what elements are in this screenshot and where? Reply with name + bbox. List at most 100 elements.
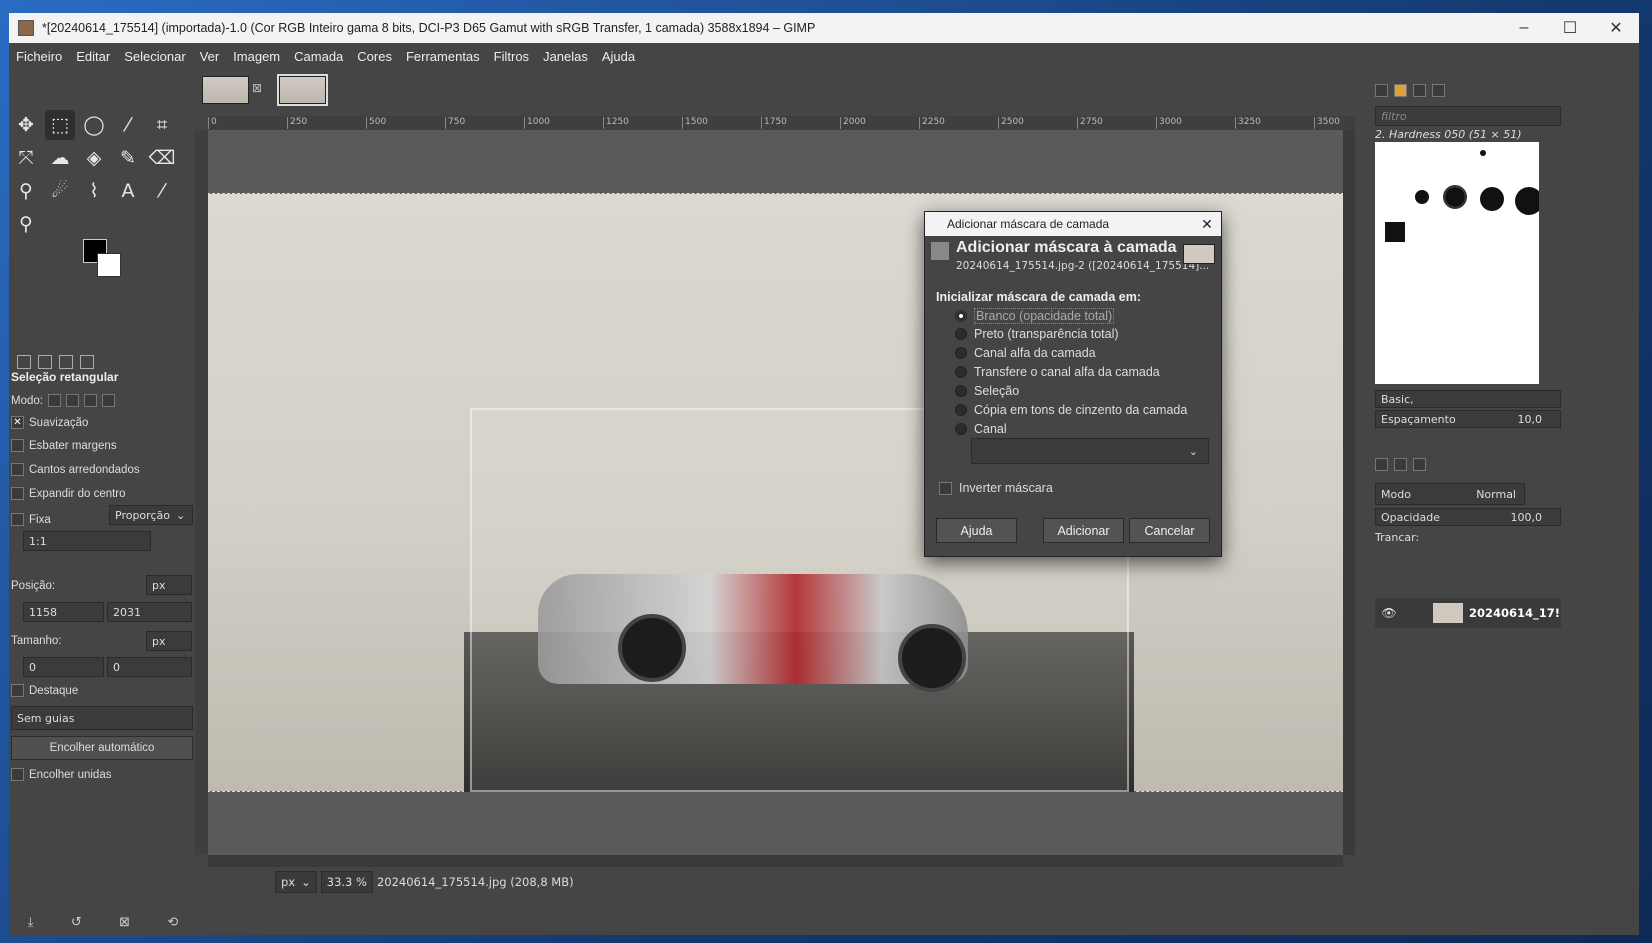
lasso-tool-icon[interactable]: ◯ [79, 110, 109, 140]
cancel-button[interactable]: Cancelar [1129, 518, 1210, 543]
delete-preset-icon[interactable]: ⊠ [119, 915, 130, 930]
position-y-input[interactable]: 2031 [107, 602, 192, 622]
menu-ver[interactable]: Ver [193, 49, 227, 64]
radio-button[interactable] [955, 366, 967, 378]
position-x-input[interactable]: 1158 [23, 602, 104, 622]
radio-channel[interactable]: Canal [955, 422, 1007, 436]
maximize-button[interactable]: ☐ [1547, 13, 1593, 43]
radio-white-full-opacity[interactable]: Branco (opacidade total) [955, 308, 1115, 324]
menu-camada[interactable]: Camada [287, 49, 350, 64]
invert-mask-checkbox[interactable] [939, 481, 952, 495]
visibility-eye-icon[interactable]: 👁 [1375, 606, 1403, 620]
fuzzy-select-tool-icon[interactable]: ⁄ [113, 110, 143, 140]
mode-intersect-icon[interactable] [101, 394, 115, 407]
mode-subtract-icon[interactable] [83, 394, 97, 407]
shrink-merged-checkbox[interactable] [11, 768, 24, 781]
auto-shrink-button[interactable]: Encolher automático [11, 736, 193, 760]
reset-options-icon[interactable]: ⟲ [167, 915, 178, 930]
restore-preset-icon[interactable]: ↺ [71, 915, 82, 930]
highlight-checkbox[interactable] [11, 684, 24, 697]
menu-selecionar[interactable]: Selecionar [117, 49, 192, 64]
antialias-row[interactable]: ✕ Suavização [11, 416, 88, 429]
clone-tool-icon[interactable]: ⚲ [11, 176, 41, 206]
image-tab-2[interactable] [277, 74, 328, 106]
expand-center-row[interactable]: Expandir do centro [11, 487, 126, 500]
zoom-tool-icon[interactable]: ⚲ [11, 209, 41, 239]
expand-center-checkbox[interactable] [11, 487, 24, 500]
move-tool-icon[interactable]: ✥ [11, 110, 41, 140]
fixed-row[interactable]: Fixa [11, 513, 51, 526]
brush-swatch[interactable] [1415, 190, 1429, 204]
document-history-tab-icon[interactable] [1432, 84, 1445, 97]
invert-mask-row[interactable]: Inverter máscara [939, 481, 1053, 495]
ratio-input[interactable]: 1:1 [23, 531, 151, 551]
brush-swatch[interactable] [1480, 187, 1504, 211]
transform-tool-icon[interactable]: ⤧ [11, 143, 41, 173]
menu-editar[interactable]: Editar [69, 49, 117, 64]
layers-tab-icon[interactable] [1375, 458, 1388, 471]
radio-button[interactable] [955, 404, 967, 416]
position-unit-select[interactable]: px [146, 575, 192, 595]
mode-add-icon[interactable] [65, 394, 79, 407]
paintbrush-tool-icon[interactable]: ✎ [113, 143, 143, 173]
radio-button[interactable] [955, 423, 967, 435]
brush-swatch[interactable] [1515, 187, 1539, 215]
menu-filtros[interactable]: Filtros [487, 49, 536, 64]
brush-filter-input[interactable]: filtro [1375, 106, 1561, 126]
smudge-tool-icon[interactable]: ☄ [45, 176, 75, 206]
color-picker-tool-icon[interactable]: ⁄ [147, 176, 177, 206]
undo-history-tab-icon[interactable] [59, 355, 73, 369]
mode-replace-icon[interactable] [47, 394, 61, 407]
radio-grayscale-copy[interactable]: Cópia em tons de cinzento da camada [955, 403, 1187, 417]
menu-cores[interactable]: Cores [350, 49, 399, 64]
horizontal-scrollbar[interactable] [208, 855, 1343, 867]
radio-layer-alpha[interactable]: Canal alfa da camada [955, 346, 1096, 360]
close-tab-icon[interactable]: ⊠ [252, 81, 262, 95]
minimize-button[interactable]: – [1501, 13, 1547, 43]
channel-select[interactable]: ⌄ [971, 438, 1209, 464]
background-color-swatch[interactable] [97, 253, 121, 277]
feather-row[interactable]: Esbater margens [11, 439, 117, 452]
radio-button[interactable] [955, 310, 967, 322]
bucket-fill-tool-icon[interactable]: ◈ [79, 143, 109, 173]
brush-grid[interactable] [1375, 142, 1539, 384]
paths-tool-icon[interactable]: ⌇ [79, 176, 109, 206]
radio-selection[interactable]: Seleção [955, 384, 1019, 398]
unit-select[interactable]: px ⌄ [275, 871, 317, 893]
brush-spacing-field[interactable]: Espaçamento 10,0 [1375, 410, 1561, 428]
dialog-close-button[interactable]: ✕ [1193, 216, 1221, 233]
fixed-mode-select[interactable]: Proporção ⌄ [109, 505, 193, 525]
radio-button[interactable] [955, 385, 967, 397]
radio-button[interactable] [955, 328, 967, 340]
brushes-tab-icon[interactable] [1375, 84, 1388, 97]
images-tab-icon[interactable] [80, 355, 94, 369]
feather-checkbox[interactable] [11, 439, 24, 452]
rounded-corners-checkbox[interactable] [11, 463, 24, 476]
crop-tool-icon[interactable]: ⌗ [147, 110, 177, 140]
size-height-input[interactable]: 0 [107, 657, 192, 677]
eraser-tool-icon[interactable]: ⌫ [147, 143, 177, 173]
image-tab-1[interactable] [202, 76, 249, 104]
brush-swatch[interactable] [1480, 150, 1486, 156]
radio-button[interactable] [955, 347, 967, 359]
highlight-row[interactable]: Destaque [11, 684, 78, 697]
fixed-checkbox[interactable] [11, 513, 24, 526]
rounded-row[interactable]: Cantos arredondados [11, 463, 140, 476]
menu-ajuda[interactable]: Ajuda [595, 49, 642, 64]
menu-imagem[interactable]: Imagem [226, 49, 287, 64]
save-preset-icon[interactable]: ⤓ [28, 915, 34, 930]
shrink-merged-row[interactable]: Encolher unidas [11, 768, 111, 781]
layer-mode-select[interactable]: Modo Normal [1375, 483, 1525, 505]
fonts-tab-icon[interactable] [1413, 84, 1426, 97]
radio-transfer-alpha[interactable]: Transfere o canal alfa da camada [955, 365, 1160, 379]
close-window-button[interactable]: ✕ [1593, 13, 1639, 43]
antialias-checkbox[interactable]: ✕ [11, 416, 24, 429]
tool-options-tab-icon[interactable] [17, 355, 31, 369]
device-status-tab-icon[interactable] [38, 355, 52, 369]
layer-row[interactable]: 👁 20240614_17! [1375, 598, 1561, 628]
size-unit-select[interactable]: px [146, 631, 192, 651]
menu-janelas[interactable]: Janelas [536, 49, 595, 64]
brush-swatch-selected[interactable] [1443, 185, 1467, 209]
rect-select-tool-icon[interactable]: ⬚ [45, 110, 75, 140]
warp-tool-icon[interactable]: ☁ [45, 143, 75, 173]
